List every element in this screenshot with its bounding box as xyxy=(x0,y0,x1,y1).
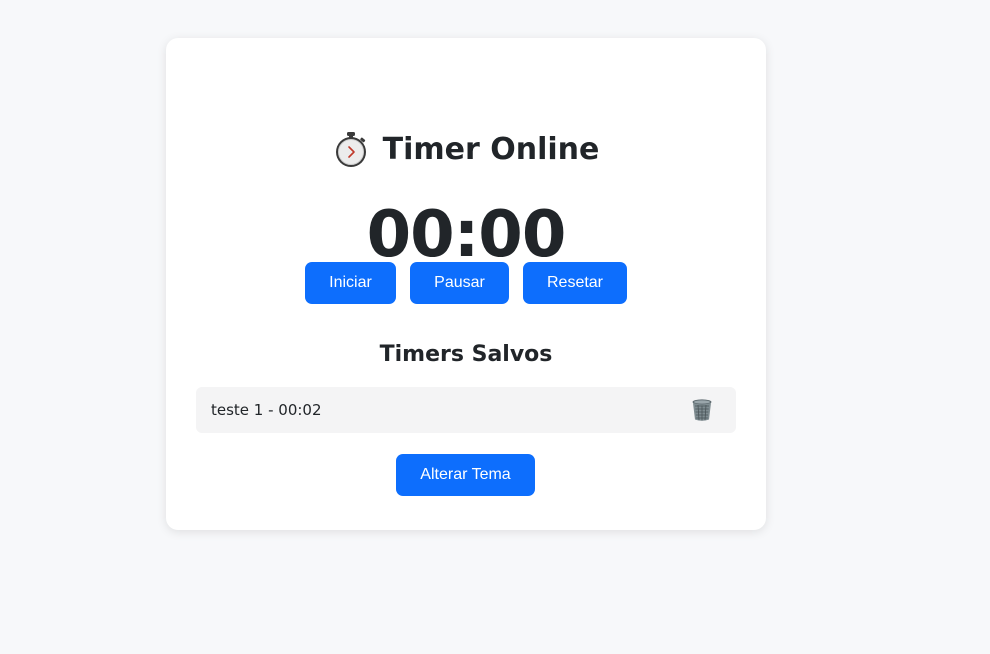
saved-timers-heading: Timers Salvos xyxy=(379,342,553,367)
timer-display: 00:00 xyxy=(366,198,567,272)
stopwatch-icon xyxy=(333,130,369,168)
list-item: teste 1 - 00:02 xyxy=(196,387,736,433)
pause-button[interactable]: Pausar xyxy=(410,262,509,304)
trash-icon[interactable] xyxy=(690,398,714,422)
saved-timer-label: teste 1 - 00:02 xyxy=(211,401,322,419)
toggle-theme-button[interactable]: Alterar Tema xyxy=(396,454,535,496)
reset-button[interactable]: Resetar xyxy=(523,262,627,304)
start-button[interactable]: Iniciar xyxy=(305,262,396,304)
timer-controls: Iniciar Pausar Resetar xyxy=(166,262,766,304)
saved-timers-list: teste 1 - 00:02 xyxy=(196,387,736,433)
timer-card: Timer Online 00:00 Iniciar Pausar Reseta… xyxy=(166,38,766,530)
title-row: Timer Online xyxy=(166,130,766,168)
page-title: Timer Online xyxy=(382,131,600,167)
